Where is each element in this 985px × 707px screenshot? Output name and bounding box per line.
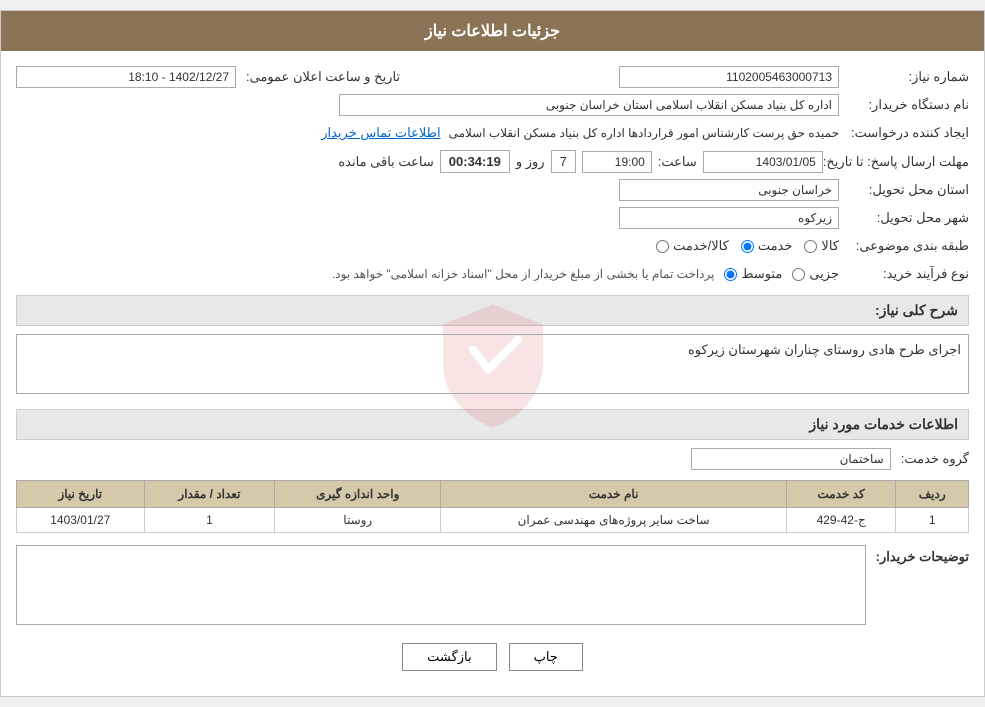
purchase-type-note: پرداخت تمام یا بخشی از مبلغ خریدار از مح… [332,267,715,281]
description-section-title: شرح کلی نیاز: [16,295,969,326]
col-row-num: ردیف [896,481,969,508]
print-button[interactable]: چاپ [509,643,583,671]
need-number-value: 1102005463000713 [619,66,839,88]
deadline-time: 19:00 [582,151,652,173]
announce-date-label: تاریخ و ساعت اعلان عمومی: [246,69,400,85]
services-table: ردیف کد خدمت نام خدمت واحد اندازه گیری ت… [16,480,969,533]
buyer-notes-label: توضیحات خریدار: [876,549,969,565]
buyer-notes-textarea[interactable] [16,545,866,625]
back-button[interactable]: بازگشت [402,643,496,671]
creator-label: ایجاد کننده درخواست: [839,122,969,144]
deadline-date: 1403/01/05 [703,151,823,173]
contact-link[interactable]: اطلاعات تماس خریدار [321,125,440,141]
deadline-label: مهلت ارسال پاسخ: تا تاریخ: [823,151,969,173]
creator-value: حمیده حق پرست کارشناس امور قراردادها ادا… [449,126,839,140]
remaining-time: 00:34:19 [440,150,510,173]
remaining-label: ساعت باقی مانده [338,154,433,170]
city-label: شهر محل تحویل: [839,207,969,229]
button-row: بازگشت چاپ [16,643,969,671]
col-service-name: نام خدمت [441,481,787,508]
description-textarea[interactable] [16,334,969,394]
cell-date: 1403/01/27 [17,508,145,533]
col-service-code: کد خدمت [786,481,895,508]
deadline-time-label: ساعت: [658,154,697,170]
category-label: طبقه بندی موضوعی: [839,235,969,257]
table-row: 1 ج-42-429 ساخت سایر پروژه‌های مهندسی عم… [17,508,969,533]
city-value: زیرکوه [619,207,839,229]
cell-unit: روستا [275,508,441,533]
deadline-days-label: روز و [516,154,545,170]
page-title: جزئیات اطلاعات نیاز [425,23,560,40]
province-value: خراسان جنوبی [619,179,839,201]
col-date: تاریخ نیاز [17,481,145,508]
service-group-label: گروه خدمت: [901,451,969,467]
deadline-days-value: 7 [551,150,576,173]
cell-service-name: ساخت سایر پروژه‌های مهندسی عمران [441,508,787,533]
province-label: استان محل تحویل: [839,179,969,201]
cell-row-num: 1 [896,508,969,533]
category-kala-option[interactable]: کالا [804,238,839,254]
need-number-label: شماره نیاز: [839,66,969,88]
buyer-org-value: اداره کل بنیاد مسکن انقلاب اسلامی استان … [339,94,839,116]
services-section-title: اطلاعات خدمات مورد نیاز [16,409,969,440]
col-unit: واحد اندازه گیری [275,481,441,508]
category-kala-khedmat-option[interactable]: کالا/خدمت [656,238,729,254]
page-header: جزئیات اطلاعات نیاز [1,11,984,51]
purchase-type-motawaset[interactable]: متوسط [724,266,782,282]
category-khedmat-option[interactable]: خدمت [741,238,793,254]
cell-service-code: ج-42-429 [786,508,895,533]
cell-quantity: 1 [144,508,275,533]
service-group-value: ساختمان [691,448,891,470]
purchase-type-label: نوع فرآیند خرید: [839,263,969,285]
col-quantity: تعداد / مقدار [144,481,275,508]
buyer-org-label: نام دستگاه خریدار: [839,94,969,116]
announce-date-value: 1402/12/27 - 18:10 [16,66,236,88]
purchase-type-jozoi[interactable]: جزیی [792,266,839,282]
